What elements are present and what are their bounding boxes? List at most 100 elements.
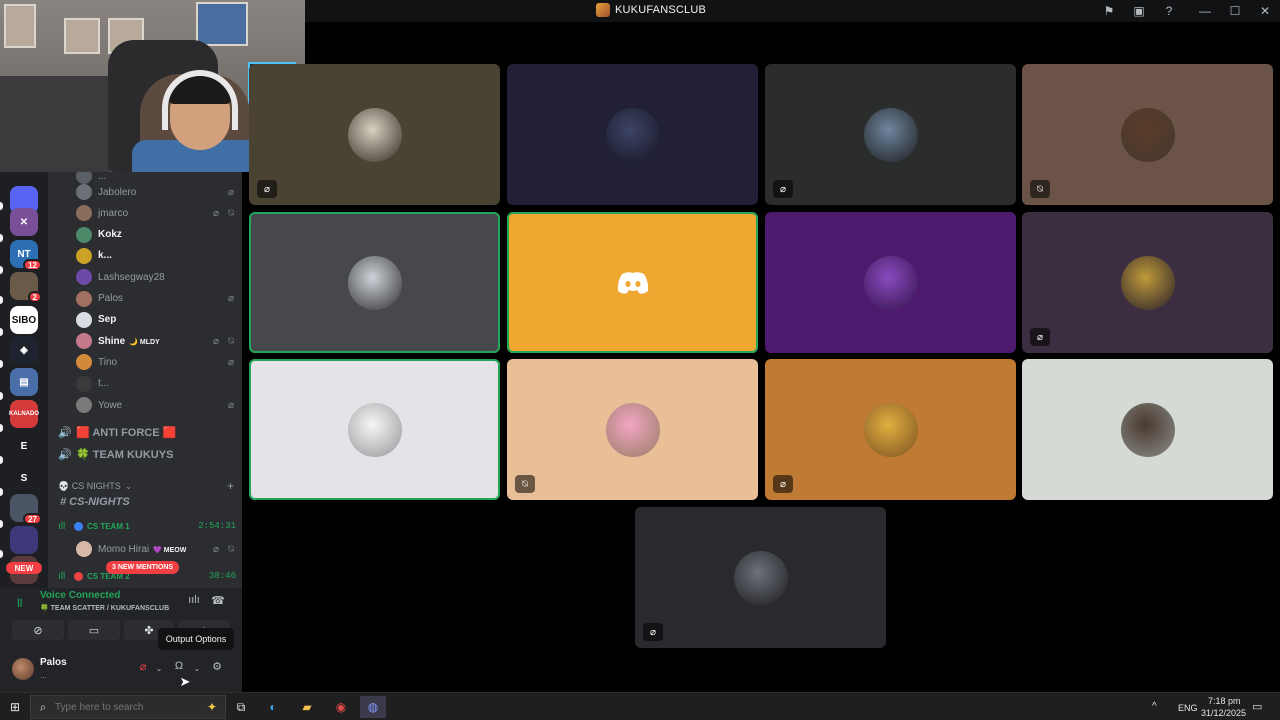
server-icon[interactable]: SIBO — [10, 306, 38, 334]
windows-taskbar: ⊞ ⌕ ✦ ⧉ ◐ ▰ ◉ ◍ ^ ENG 7:18 pm 31/12/2025… — [0, 692, 1280, 720]
notification-icon[interactable]: ▭ — [1252, 700, 1262, 713]
taskbar-search[interactable]: ⌕ ✦ — [30, 695, 226, 719]
member-row[interactable]: t... — [76, 374, 238, 394]
member-tag: 🌙 MLDY — [129, 338, 160, 346]
member-name: t... — [98, 378, 110, 390]
headphones-off-icon: ⍉ — [228, 543, 234, 555]
new-badge[interactable]: NEW — [6, 562, 42, 574]
inbox-icon[interactable]: ⚑ — [1094, 0, 1124, 22]
participant-tile[interactable]: ⌀ — [635, 507, 886, 648]
help-icon[interactable]: ? — [1154, 0, 1184, 22]
noise-suppression-icon[interactable]: ıılı — [184, 594, 204, 610]
participant-avatar — [605, 402, 660, 457]
tray-overflow-icon[interactable]: ^ — [1152, 701, 1157, 712]
output-options-tooltip: Output Options — [158, 628, 234, 650]
participant-tile[interactable] — [507, 64, 758, 205]
discord-window: KUKUFANSCLUB ⚑ ▣ ? — ☐ ✕ ✕ NT 12 2 SIBO ◈ ▤ KAL… — [0, 0, 1280, 692]
category-cs-nights[interactable]: 💀 CS NIGHTS ⌄ + — [58, 478, 234, 494]
server-icon[interactable]: 2 — [10, 272, 42, 303]
maximize-button[interactable]: ☐ — [1220, 0, 1250, 22]
member-row[interactable]: Palos ⌀ — [76, 289, 238, 309]
user-avatar[interactable] — [12, 658, 34, 680]
participant-tile[interactable]: ⍉ — [1022, 64, 1273, 205]
member-row[interactable]: Sep — [76, 310, 238, 330]
file-explorer-icon[interactable]: ▰ — [294, 696, 320, 718]
clock-date[interactable]: 31/12/2025 — [1201, 708, 1246, 718]
mic-off-icon: ⌀ — [257, 180, 277, 198]
server-icon — [596, 3, 610, 17]
member-row[interactable]: Tino ⌀ — [76, 352, 238, 372]
search-input[interactable] — [55, 701, 185, 713]
server-icon[interactable] — [10, 526, 38, 554]
participant-tile[interactable]: ⌀ — [1022, 212, 1273, 353]
voice-channel-name: 🟥 ANTI FORCE 🟥 — [76, 426, 177, 439]
participant-tile[interactable] — [249, 212, 500, 353]
participant-tile[interactable] — [507, 212, 758, 353]
voice-connected-channel[interactable]: 🍀 TEAM SCATTER / KUKUFANSCLUB — [40, 604, 169, 612]
chevron-down-icon[interactable]: ⌄ — [150, 664, 168, 682]
server-icon[interactable]: 27 — [10, 494, 42, 525]
unread-indicator — [0, 392, 3, 400]
member-row[interactable]: Lashsegway28 — [76, 267, 238, 287]
mention-badge: 27 — [23, 513, 42, 525]
participant-tile[interactable]: ⍉ — [507, 359, 758, 500]
member-row[interactable]: Momo Hirai 💜 MEOW ⌀ ⍉ — [76, 539, 238, 559]
close-button[interactable]: ✕ — [1250, 0, 1280, 22]
screen-icon[interactable]: ▣ — [1124, 0, 1154, 22]
member-name: ... — [98, 172, 107, 182]
add-channel-icon[interactable]: + — [227, 479, 234, 493]
server-icon[interactable]: NT 12 — [10, 240, 42, 271]
member-row[interactable]: Yowe ⌀ — [76, 395, 238, 415]
avatar — [76, 397, 92, 413]
server-icon[interactable]: KALNADO — [9, 400, 39, 428]
screen-share-button[interactable]: ▭ — [68, 620, 120, 640]
voice-channel-anti-force[interactable]: 🔊 🟥 ANTI FORCE 🟥 — [58, 422, 234, 442]
disconnect-icon[interactable]: ☎ — [208, 594, 228, 610]
unread-indicator — [0, 266, 3, 274]
minimize-button[interactable]: — — [1190, 0, 1220, 22]
settings-gear-icon[interactable]: ⚙ — [208, 660, 226, 678]
member-row[interactable]: Shine 🌙 MLDY ⌀ ⍉ — [76, 331, 238, 351]
voice-channel-team-kukuys[interactable]: 🔊 🍀 TEAM KUKUYS — [58, 444, 234, 464]
participant-tile[interactable] — [1022, 359, 1273, 500]
chrome-icon[interactable]: ◉ — [328, 696, 354, 718]
member-row[interactable]: k... — [76, 246, 238, 266]
window-title-text: KUKUFANSCLUB — [615, 4, 707, 16]
unread-indicator — [0, 296, 3, 304]
wall-poster — [196, 2, 248, 46]
server-icon[interactable]: E — [10, 432, 38, 460]
unread-indicator — [0, 488, 3, 496]
windows-start-icon[interactable]: ⊞ — [2, 696, 28, 718]
participant-tile[interactable] — [765, 212, 1016, 353]
user-name[interactable]: Palos — [40, 657, 67, 668]
new-mentions-pill[interactable]: 3 NEW MENTIONS — [106, 561, 180, 574]
camera-button[interactable]: ⊘ — [12, 620, 64, 640]
member-row[interactable]: Jabolero ⌀ — [76, 182, 238, 202]
participant-tile[interactable]: ⌀ — [765, 359, 1016, 500]
mic-off-icon: ⌀ — [773, 475, 793, 493]
voice-channel-cs-team-1[interactable]: ıll CS TEAM 1 2:54:31 — [58, 517, 236, 535]
member-row[interactable]: Kokz — [76, 225, 238, 245]
clock-time[interactable]: 7:18 pm — [1208, 696, 1241, 706]
server-icon[interactable]: ✕ — [10, 208, 38, 236]
unread-indicator — [0, 234, 3, 242]
language-indicator[interactable]: ENG — [1178, 703, 1198, 713]
user-status: ... — [40, 671, 47, 680]
server-icon[interactable]: S — [10, 464, 38, 492]
server-icon[interactable]: ▤ — [10, 368, 38, 396]
mic-off-icon: ⌀ — [643, 623, 663, 641]
mic-off-icon: ⌀ — [1030, 328, 1050, 346]
member-row[interactable]: jmarco ⌀ ⍉ — [76, 203, 238, 223]
text-channel-cs-nights[interactable]: # CS-NIGHTS — [60, 496, 130, 508]
edge-browser-icon[interactable]: ◐ — [260, 696, 286, 718]
task-view-icon[interactable]: ⧉ — [228, 696, 254, 718]
session-timer: 38:46 — [208, 571, 236, 581]
discord-logo-icon — [617, 271, 648, 294]
participant-tile[interactable] — [249, 359, 500, 500]
discord-taskbar-icon[interactable]: ◍ — [360, 696, 386, 718]
participant-tile[interactable]: ⌀ — [249, 64, 500, 205]
server-icon[interactable]: ◈ — [10, 336, 38, 364]
mic-off-icon: ⌀ — [212, 335, 220, 347]
participant-tile[interactable]: ⌀ — [765, 64, 1016, 205]
voice-connected-status[interactable]: Voice Connected — [40, 590, 120, 601]
